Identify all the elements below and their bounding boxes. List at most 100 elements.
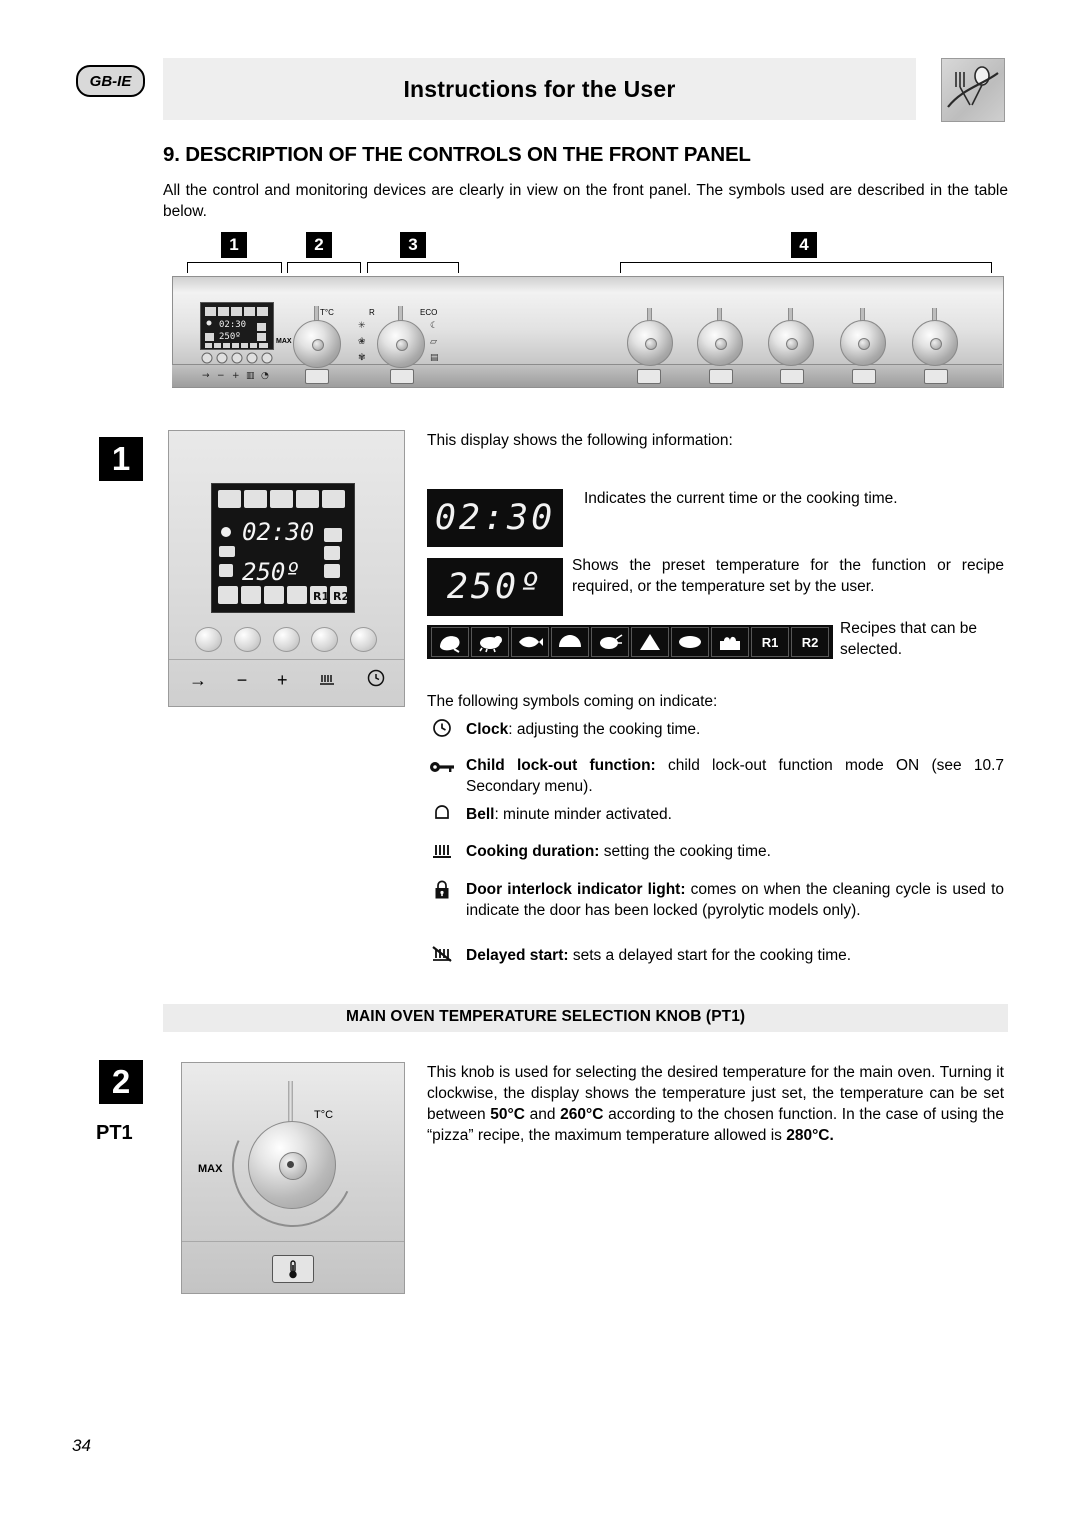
item-2-number: 2 xyxy=(99,1060,143,1104)
burner-knob-2[interactable] xyxy=(697,320,743,366)
symbols-intro: The following symbols coming on indicate… xyxy=(427,693,718,710)
clock-module-buttons xyxy=(195,627,377,652)
burner-knob-4[interactable] xyxy=(840,320,886,366)
bell-icon xyxy=(427,803,457,828)
display-time-desc: Indicates the current time or the cookin… xyxy=(584,490,898,507)
burner-knob-5[interactable] xyxy=(912,320,958,366)
symbol-delayed-start-desc: sets a delayed start for the cooking tim… xyxy=(568,947,852,964)
svg-text:✾: ✾ xyxy=(358,353,366,363)
recipe-cell-cake xyxy=(711,627,749,657)
recipe-cell-chicken xyxy=(431,627,469,657)
knob-label-max: MAX xyxy=(198,1163,223,1175)
clock-icon xyxy=(427,718,457,743)
callout-number-1: 1 xyxy=(221,232,247,258)
lcd-temp-display: 250º xyxy=(427,558,563,616)
front-panel-graphic: 02:30 250º → − + ▥ ◔ T°C MAX R ECO ✳ ❀ ✾… xyxy=(172,276,1004,408)
arrow-right-icon: → xyxy=(189,670,207,690)
panel-label-temp: T°C xyxy=(320,308,334,317)
thermometer-icon xyxy=(272,1255,314,1283)
page-title: Instructions for the User xyxy=(403,75,676,102)
bracket-3 xyxy=(367,262,459,273)
document-page: GB-IE Instructions for the User 9. DESCR… xyxy=(0,0,1080,1528)
svg-text:02:30: 02:30 xyxy=(242,518,314,546)
symbol-delayed-start-text: Delayed start: sets a delayed start for … xyxy=(466,945,1004,966)
panel-display-buttons xyxy=(201,352,273,364)
knob-description: This knob is used for selecting the desi… xyxy=(427,1062,1004,1146)
panel-display-symbols: → − + ▥ ◔ xyxy=(202,371,269,381)
display-temp-desc: Shows the preset temperature for the fun… xyxy=(572,557,1004,595)
key-icon xyxy=(427,758,457,781)
burner-indicator-1 xyxy=(637,369,661,384)
lcd-time-display: 02:30 xyxy=(427,489,563,547)
svg-text:R1: R1 xyxy=(313,590,329,603)
clock-module-symbols: → − + xyxy=(189,669,385,692)
clock-button-3[interactable] xyxy=(272,627,300,652)
burner-indicator-3 xyxy=(780,369,804,384)
svg-text:◔: ◔ xyxy=(261,371,269,381)
plus-icon: + xyxy=(276,670,288,690)
burner-indicator-5 xyxy=(924,369,948,384)
function-symbols: ✳ ❀ ✾ ☾ ▱ ▤ xyxy=(358,321,439,363)
section-title: 9. DESCRIPTION OF THE CONTROLS ON THE FR… xyxy=(163,143,751,166)
clock-icon xyxy=(367,669,385,692)
symbol-cooking-duration-text: Cooking duration: setting the cooking ti… xyxy=(466,841,1004,862)
knob-desc-part2: and xyxy=(524,1106,561,1123)
symbol-clock-text: Clock: adjusting the cooking time. xyxy=(466,719,1004,740)
item-1-number: 1 xyxy=(99,437,143,481)
knob-center-dot xyxy=(287,1161,294,1168)
temperature-knob-figure: T°C MAX xyxy=(181,1062,405,1294)
svg-text:▥: ▥ xyxy=(246,371,255,381)
padlock-icon xyxy=(427,879,457,906)
recipes-desc: Recipes that can be selected. xyxy=(840,620,978,658)
svg-text:▤: ▤ xyxy=(430,353,439,363)
delayed-start-icon xyxy=(427,944,457,969)
subsection-heading: MAIN OVEN TEMPERATURE SELECTION KNOB (PT… xyxy=(346,1008,746,1025)
clock-button-4[interactable] xyxy=(311,627,339,652)
recipe-cell-r1: R1 xyxy=(751,627,789,657)
recipe-cell-turkey xyxy=(591,627,629,657)
symbol-childlock-label: Child lock-out function: xyxy=(466,757,656,774)
panel-label-eco: ECO xyxy=(420,308,438,317)
page-number: 34 xyxy=(72,1436,91,1455)
svg-text:→: → xyxy=(202,371,210,381)
svg-text:R2: R2 xyxy=(333,590,349,603)
clock-module-figure: 02:30 250º R1 R2 → − + xyxy=(168,430,405,707)
knob-temp-max: 260°C xyxy=(560,1106,604,1123)
burner-indicator-4 xyxy=(852,369,876,384)
symbol-childlock-text: Child lock-out function: child lock-out … xyxy=(466,755,1004,797)
recipe-cell-fish xyxy=(511,627,549,657)
recipe-cell-pie xyxy=(671,627,709,657)
recipe-cell-pizza xyxy=(631,627,669,657)
burner-indicator-2 xyxy=(709,369,733,384)
clock-button-1[interactable] xyxy=(195,627,222,652)
panel-display: 02:30 250º xyxy=(200,302,274,350)
clock-button-5[interactable] xyxy=(350,627,377,652)
svg-text:−: − xyxy=(217,371,225,381)
bracket-1 xyxy=(187,262,282,273)
cooking-duration-icon xyxy=(427,840,457,865)
clock-button-2[interactable] xyxy=(233,627,261,652)
panel-label-max: MAX xyxy=(276,338,292,345)
symbol-cooking-duration-desc: setting the cooking time. xyxy=(599,843,771,860)
symbol-bell-text: Bell: minute minder activated. xyxy=(466,804,1004,825)
burner-knob-1[interactable] xyxy=(627,320,673,366)
svg-text:02:30: 02:30 xyxy=(219,320,246,330)
figure2-divider xyxy=(182,1241,404,1242)
symbol-clock-label: Clock xyxy=(466,721,509,738)
svg-text:250º: 250º xyxy=(242,558,300,586)
recipe-strip: R1 R2 xyxy=(427,625,833,659)
display-intro-text: This display shows the following informa… xyxy=(427,432,733,449)
svg-text:✳: ✳ xyxy=(358,321,366,331)
knob-temp-pizza: 280°C. xyxy=(786,1127,834,1144)
symbol-clock-desc: : adjusting the cooking time. xyxy=(508,721,701,738)
recipe-cell-r2: R2 xyxy=(791,627,829,657)
svg-text:+: + xyxy=(232,371,240,381)
temperature-knob[interactable] xyxy=(293,320,341,368)
svg-text:▱: ▱ xyxy=(430,337,437,347)
burner-knob-3[interactable] xyxy=(768,320,814,366)
page-header: Instructions for the User xyxy=(163,58,916,120)
language-badge: GB-IE xyxy=(76,65,145,97)
svg-text:250º: 250º xyxy=(219,332,241,342)
symbol-cooking-duration-label: Cooking duration: xyxy=(466,843,600,860)
svg-text:☾: ☾ xyxy=(430,321,438,331)
